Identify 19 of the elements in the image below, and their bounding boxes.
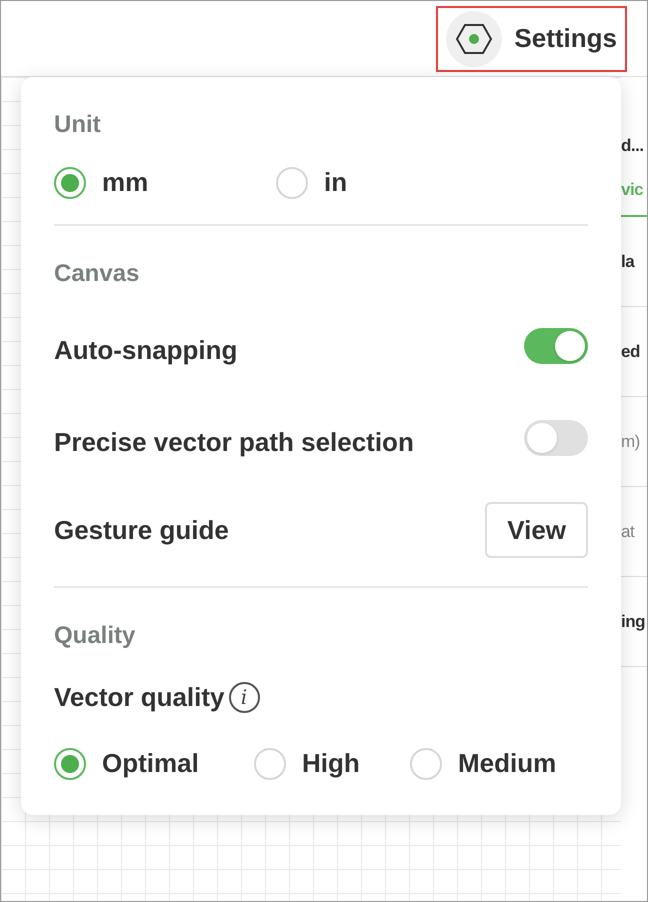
- info-icon[interactable]: i: [228, 682, 260, 712]
- setting-label: Gesture guide: [54, 514, 229, 546]
- toggle-switch[interactable]: [524, 328, 588, 364]
- setting-label: Vector quality: [54, 680, 224, 714]
- radio-option[interactable]: Optimal: [54, 744, 254, 783]
- toggle-switch[interactable]: [524, 420, 588, 456]
- setting-label: Auto-snapping: [54, 334, 238, 366]
- view-button[interactable]: View: [485, 502, 588, 558]
- radio-option[interactable]: High: [254, 744, 410, 783]
- radio-option[interactable]: Medium: [410, 744, 566, 783]
- hexagon-icon: [455, 22, 494, 54]
- section-title: Quality: [54, 621, 136, 651]
- setting-label: Precise vector path selection: [54, 426, 414, 458]
- section-title: Unit: [54, 110, 102, 140]
- radio-option[interactable]: in: [276, 163, 498, 202]
- section-title: Canvas: [54, 259, 140, 289]
- settings-button[interactable]: Settings: [436, 6, 627, 72]
- radio-option[interactable]: mm: [54, 163, 276, 202]
- panel-text: d...: [621, 135, 645, 157]
